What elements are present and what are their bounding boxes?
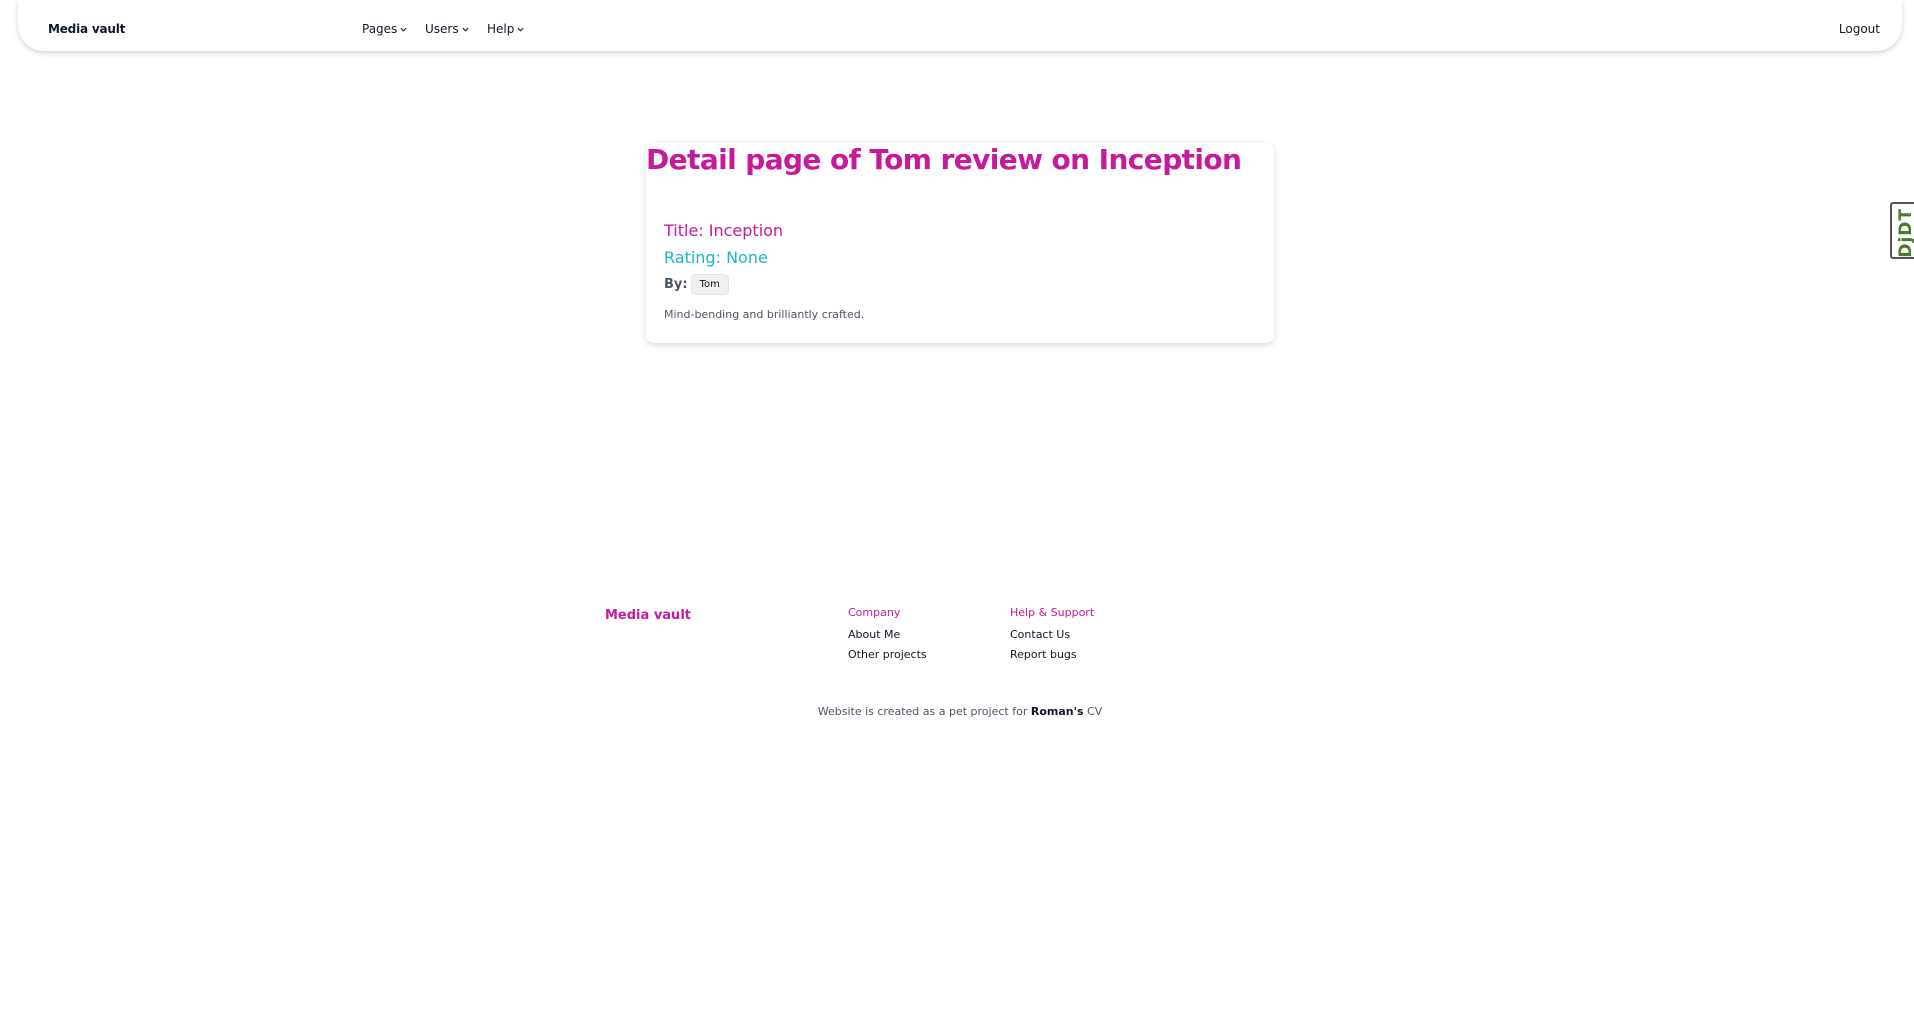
footer-cv-link[interactable]: CV	[1087, 705, 1102, 718]
nav-menu-users[interactable]: Users	[425, 22, 470, 36]
nav-menu-pages[interactable]: Pages	[362, 22, 408, 36]
chevron-down-icon	[517, 27, 524, 32]
review-detail-card: Detail page of Tom review on Inception T…	[646, 143, 1274, 343]
footer-support-heading: Help & Support	[1010, 606, 1095, 619]
review-title: Title: Inception	[664, 221, 784, 240]
review-rating: Rating: None	[664, 248, 768, 267]
footer-company-heading: Company	[848, 606, 901, 619]
nav-menu-label: Help	[487, 22, 515, 36]
debug-toolbar-handle[interactable]: DjDT	[1890, 202, 1914, 259]
debug-toolbar-label: DjDT	[1896, 208, 1914, 258]
footer-author-name: Roman's	[1030, 705, 1084, 718]
footer-credits: Website is created as a pet project for …	[0, 705, 1914, 718]
brand-logo[interactable]: Media vault	[48, 22, 125, 36]
top-navbar: Media vault Pages Users Help Logout	[18, 0, 1902, 51]
chevron-down-icon	[400, 27, 407, 32]
nav-menu-help[interactable]: Help	[487, 22, 525, 36]
nav-menu-label: Users	[425, 22, 459, 36]
review-body: Mind-bending and brilliantly crafted.	[664, 308, 865, 321]
author-badge[interactable]: Tom	[690, 274, 729, 295]
footer-link-report-bugs[interactable]: Report bugs	[1010, 648, 1094, 661]
footer-link-other-projects[interactable]: Other projects	[848, 648, 927, 661]
footer-brand[interactable]: Media vault	[605, 608, 691, 623]
by-label: By:	[664, 277, 688, 292]
footer-support-column: Help & Support Contact Us Report bugs	[1010, 606, 1094, 668]
review-author-row: By: Tom	[664, 274, 729, 295]
footer-link-contact-us[interactable]: Contact Us	[1010, 628, 1094, 641]
footer-company-column: Company About Me Other projects	[848, 606, 927, 668]
logout-link[interactable]: Logout	[1839, 22, 1880, 36]
footer-credits-text: Website is created as a pet project for	[817, 705, 1031, 718]
page: Media vault Pages Users Help Logout Deta…	[0, 0, 1914, 1014]
footer-link-about-me[interactable]: About Me	[848, 628, 927, 641]
nav-menu-label: Pages	[362, 22, 398, 36]
chevron-down-icon	[462, 27, 469, 32]
page-title: Detail page of Tom review on Inception	[646, 143, 1242, 176]
